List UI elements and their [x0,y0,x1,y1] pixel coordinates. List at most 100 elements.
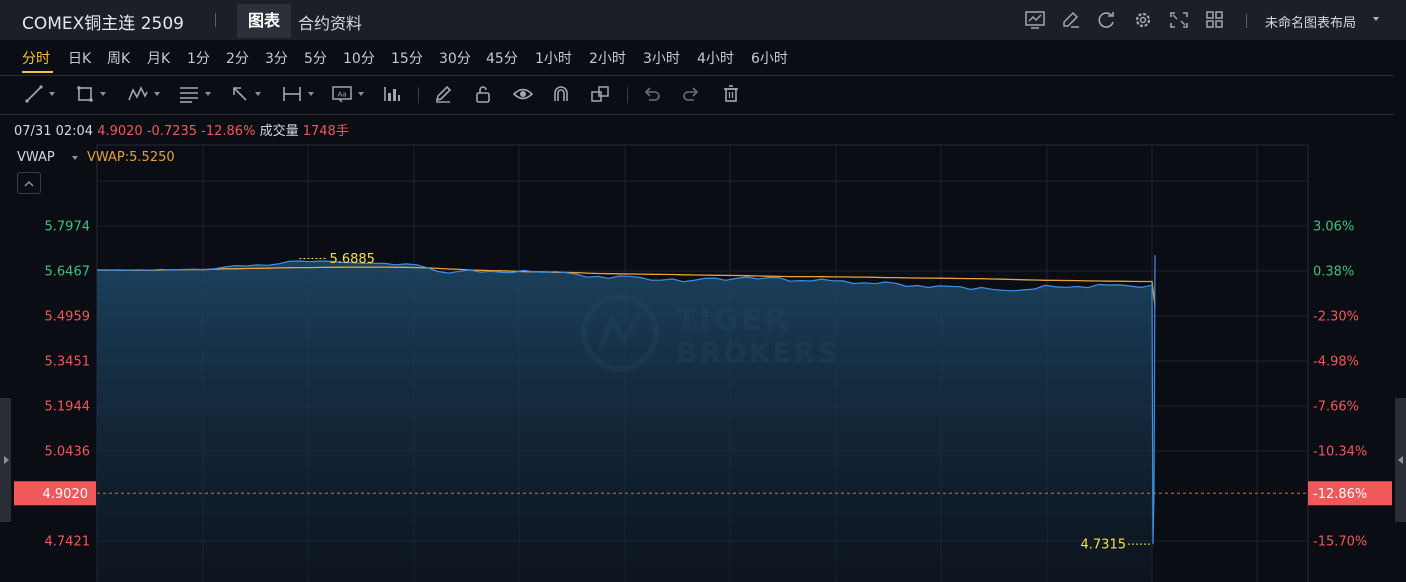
period-tab[interactable]: 3小时 [643,48,680,68]
divider [627,87,628,103]
quote-price: 4.9020 [97,124,143,139]
undo-button[interactable] [642,83,662,105]
pen-tool[interactable] [433,83,453,105]
low-marker-label: 4.7315 [1081,538,1127,553]
indicator-value: VWAP:5.5250 [87,150,175,165]
settings-icon[interactable] [1132,9,1154,31]
left-panel-toggle[interactable] [0,398,11,522]
trend-line-tool[interactable] [24,83,55,105]
rectangle-icon [77,86,93,102]
quote-change: -0.7235 [146,124,198,139]
divider [0,114,1394,115]
divider [1246,14,1247,28]
measure-tool[interactable] [281,83,314,105]
price-area-fill [97,261,1152,582]
watermark-logo: TIGER BROKERS [581,294,839,372]
percent-tick-label: 3.06% [1313,220,1354,235]
toolbar-icons [1024,9,1226,31]
quote-change-pct: -12.86% [201,124,256,139]
percent-tick-label: -2.30% [1313,309,1359,324]
svg-text:TIGER: TIGER [676,303,791,338]
price-line [96,255,1156,545]
low-marker: 4.7315 [1081,538,1152,553]
percent-tick-label: -10.34% [1313,445,1367,460]
period-tab[interactable]: 2分 [226,48,249,68]
quote-info-line: 07/31 02:04 4.9020 -0.7235 -12.86% 成交量 1… [14,120,349,139]
copy-icon [591,86,609,102]
svg-text:Aa: Aa [337,91,346,99]
period-tab[interactable]: 6小时 [751,48,788,68]
svg-text:BROKERS: BROKERS [676,336,839,369]
volume-label: 成交量 [259,124,299,139]
chevron-left-icon [1397,456,1403,464]
grid-layout-icon[interactable] [1204,9,1226,31]
price-tick-label: 5.0436 [45,445,91,460]
period-tab[interactable]: 分时 [22,48,50,68]
percent-tick-label: -4.98% [1313,355,1359,370]
period-tab[interactable]: 1分 [187,48,210,68]
unlock-icon [476,86,490,103]
fibonacci-tool[interactable] [178,83,211,105]
measure-icon [283,87,301,101]
visibility-tool[interactable] [512,83,534,105]
period-tab[interactable]: 3分 [265,48,288,68]
indicator-name[interactable]: VWAP [17,150,55,165]
lock-tool[interactable] [473,83,493,105]
right-panel-toggle[interactable] [1395,398,1406,522]
redo-button[interactable] [681,83,701,105]
current-price-tag: 4.9020 [14,481,96,506]
chevron-down-icon[interactable] [72,156,78,160]
pattern-tool[interactable] [127,83,160,105]
price-tick-label: 5.3451 [45,355,91,370]
rectangle-tool[interactable] [75,83,106,105]
period-tab[interactable]: 2小时 [589,48,626,68]
tab-contract-info[interactable]: 合约资料 [298,10,362,34]
percent-tick-label: -15.70% [1313,535,1367,550]
period-tab[interactable]: 30分 [439,48,471,68]
volume-profile-tool[interactable] [382,83,402,105]
magnet-icon [554,86,568,101]
period-tab[interactable]: 10分 [343,48,375,68]
price-tick-label: 4.7421 [45,535,91,550]
chevron-right-icon [3,456,9,464]
divider [0,75,1394,76]
price-tick-label: 5.4959 [45,309,91,324]
period-tab[interactable]: 15分 [391,48,423,68]
pattern-icon [128,86,148,101]
text-tool[interactable]: Aa [331,83,364,105]
tab-chart[interactable]: 图表 [237,4,291,38]
layout-selector[interactable]: 未命名图表布局 [1265,12,1356,31]
symbol-title[interactable]: COMEX铜主连 2509 [22,9,184,34]
refresh-icon[interactable] [1096,9,1118,31]
bar-chart-icon [384,87,400,101]
period-tab[interactable]: 日K [68,48,91,68]
period-tab[interactable]: 月K [147,48,170,68]
drawing-toolbar: Aa [0,78,1406,112]
chevron-down-icon[interactable] [1373,17,1379,21]
period-tab[interactable]: 4小时 [697,48,734,68]
high-marker: 5.6885 [299,252,375,267]
trash-icon [724,85,738,102]
fullscreen-icon[interactable] [1168,9,1190,31]
period-tab[interactable]: 45分 [486,48,518,68]
delete-button[interactable] [721,83,741,105]
eye-icon [512,88,534,100]
period-bar: 分时 日K 周K 月K 1分 2分 3分 5分 10分 15分 30分 45分 … [0,42,1406,74]
draw-icon[interactable] [1060,9,1082,31]
price-tick-label: 5.7974 [45,220,91,235]
chart-grid [96,144,1309,582]
period-tab[interactable]: 1小时 [535,48,572,68]
clone-tool[interactable] [590,83,610,105]
divider [215,13,216,27]
period-tab[interactable]: 周K [107,48,130,68]
undo-icon [644,87,660,101]
collapse-legend-button[interactable] [17,172,41,194]
vwap-line [96,266,1156,307]
arrow-tool[interactable] [230,83,261,105]
redo-icon [683,87,699,101]
text-label-icon: Aa [332,86,352,103]
indicator-icon[interactable] [1024,9,1046,31]
period-tab[interactable]: 5分 [304,48,327,68]
price-axis: 5.7974 5.6467 5.4959 5.3451 5.1944 5.0436 4.74… [45,220,91,550]
magnet-tool[interactable] [551,83,571,105]
